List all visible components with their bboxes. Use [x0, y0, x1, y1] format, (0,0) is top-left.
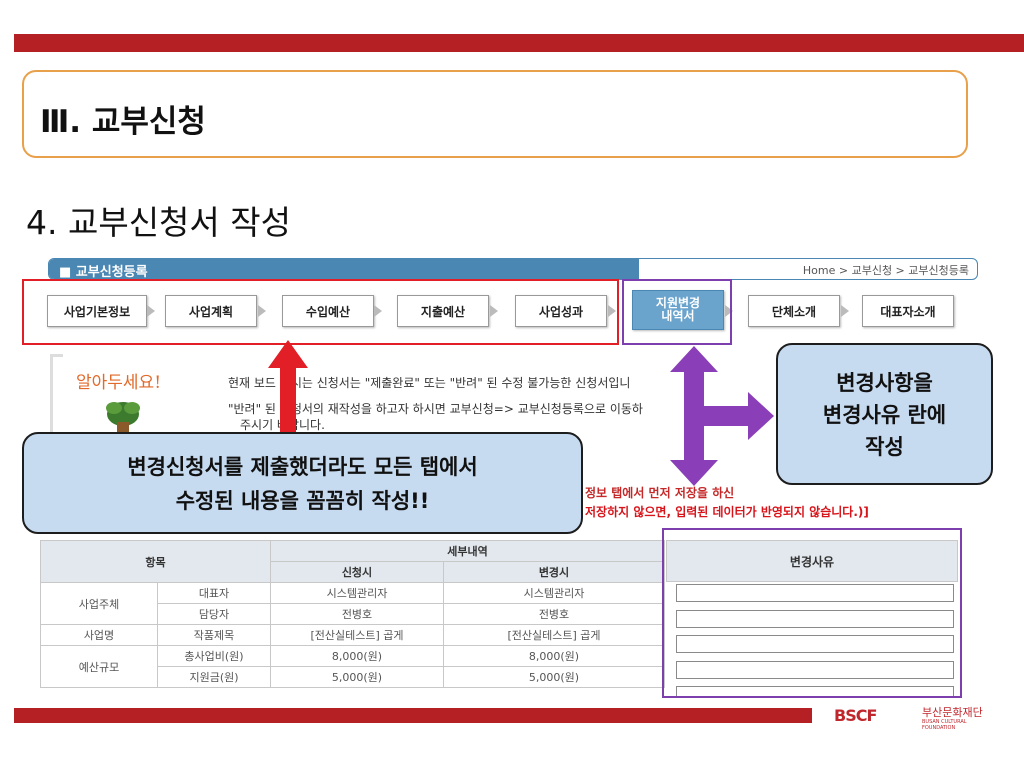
callout-left: 변경신청서를 제출했더라도 모든 탭에서 수정된 내용을 꼼꼼히 작성!! [22, 432, 583, 534]
callout-left-line-2: 수정된 내용을 꼼꼼히 작성!! [175, 489, 430, 513]
warning-line-2: 저장하지 않으면, 입력된 데이터가 반영되지 않습니다.)] [585, 505, 869, 519]
header-apply: 신청시 [270, 561, 444, 583]
tabs-highlight-box [22, 279, 619, 345]
change-tab-highlight-box [622, 279, 732, 345]
logo-name: 부산문화재단 [922, 706, 983, 719]
registration-header: ■ 교부신청등록 Home > 교부신청 > 교부신청등록 [48, 258, 978, 280]
callout-right-line-1: 변경사항을 [836, 371, 933, 395]
registration-title: ■ 교부신청등록 [59, 265, 148, 280]
notice-title: 알아두세요! [76, 373, 162, 393]
foundation-logo: BSCF 부산문화재단 BUSAN CULTURAL FOUNDATION [834, 700, 984, 731]
top-decor-bar [14, 34, 1024, 52]
header-detail: 세부내역 [270, 540, 665, 562]
breadcrumb[interactable]: Home > 교부신청 > 교부신청등록 [803, 262, 969, 278]
tab-arrow-icon [841, 305, 849, 317]
header-item: 항목 [40, 540, 271, 583]
red-up-arrow-icon [268, 340, 308, 436]
warning-line-1: 정보 탭에서 먼저 저장을 하신 [585, 486, 735, 500]
detail-table: 항목 세부내역 신청시 변경시 사업주체 대표자 시스템관리자 시스템관리자 담… [40, 540, 665, 688]
table-row: 예산규모 총사업비(원) 8,000(원) 8,000(원) [40, 645, 665, 688]
reason-highlight-box [662, 528, 962, 698]
purple-arrows-icon [670, 346, 774, 486]
section-title-box: Ⅲ. 교부신청 [22, 70, 968, 158]
table-row: 사업주체 대표자 시스템관리자 시스템관리자 [40, 582, 665, 625]
callout-left-line-1: 변경신청서를 제출했더라도 모든 탭에서 [127, 455, 478, 479]
table-row: 사업명 작품제목 [전산실테스트] 곱게 [전산실테스트] 곱게 [40, 624, 665, 646]
tab-organization[interactable]: 단체소개 [748, 295, 840, 327]
plant-icon [106, 402, 140, 432]
section-title: Ⅲ. 교부신청 [40, 104, 206, 140]
callout-right: 변경사항을 변경사유 란에 작성 [776, 343, 993, 485]
slide-subtitle: 4. 교부신청서 작성 [26, 203, 291, 242]
logo-mark: BSCF [834, 706, 877, 725]
tab-representative[interactable]: 대표자소개 [862, 295, 954, 327]
callout-right-line-2: 변경사유 란에 [822, 403, 947, 427]
callout-right-line-3: 작성 [865, 435, 904, 459]
bottom-decor-bar [14, 708, 812, 723]
logo-subtitle: BUSAN CULTURAL FOUNDATION [922, 719, 967, 731]
header-change: 변경시 [443, 561, 665, 583]
